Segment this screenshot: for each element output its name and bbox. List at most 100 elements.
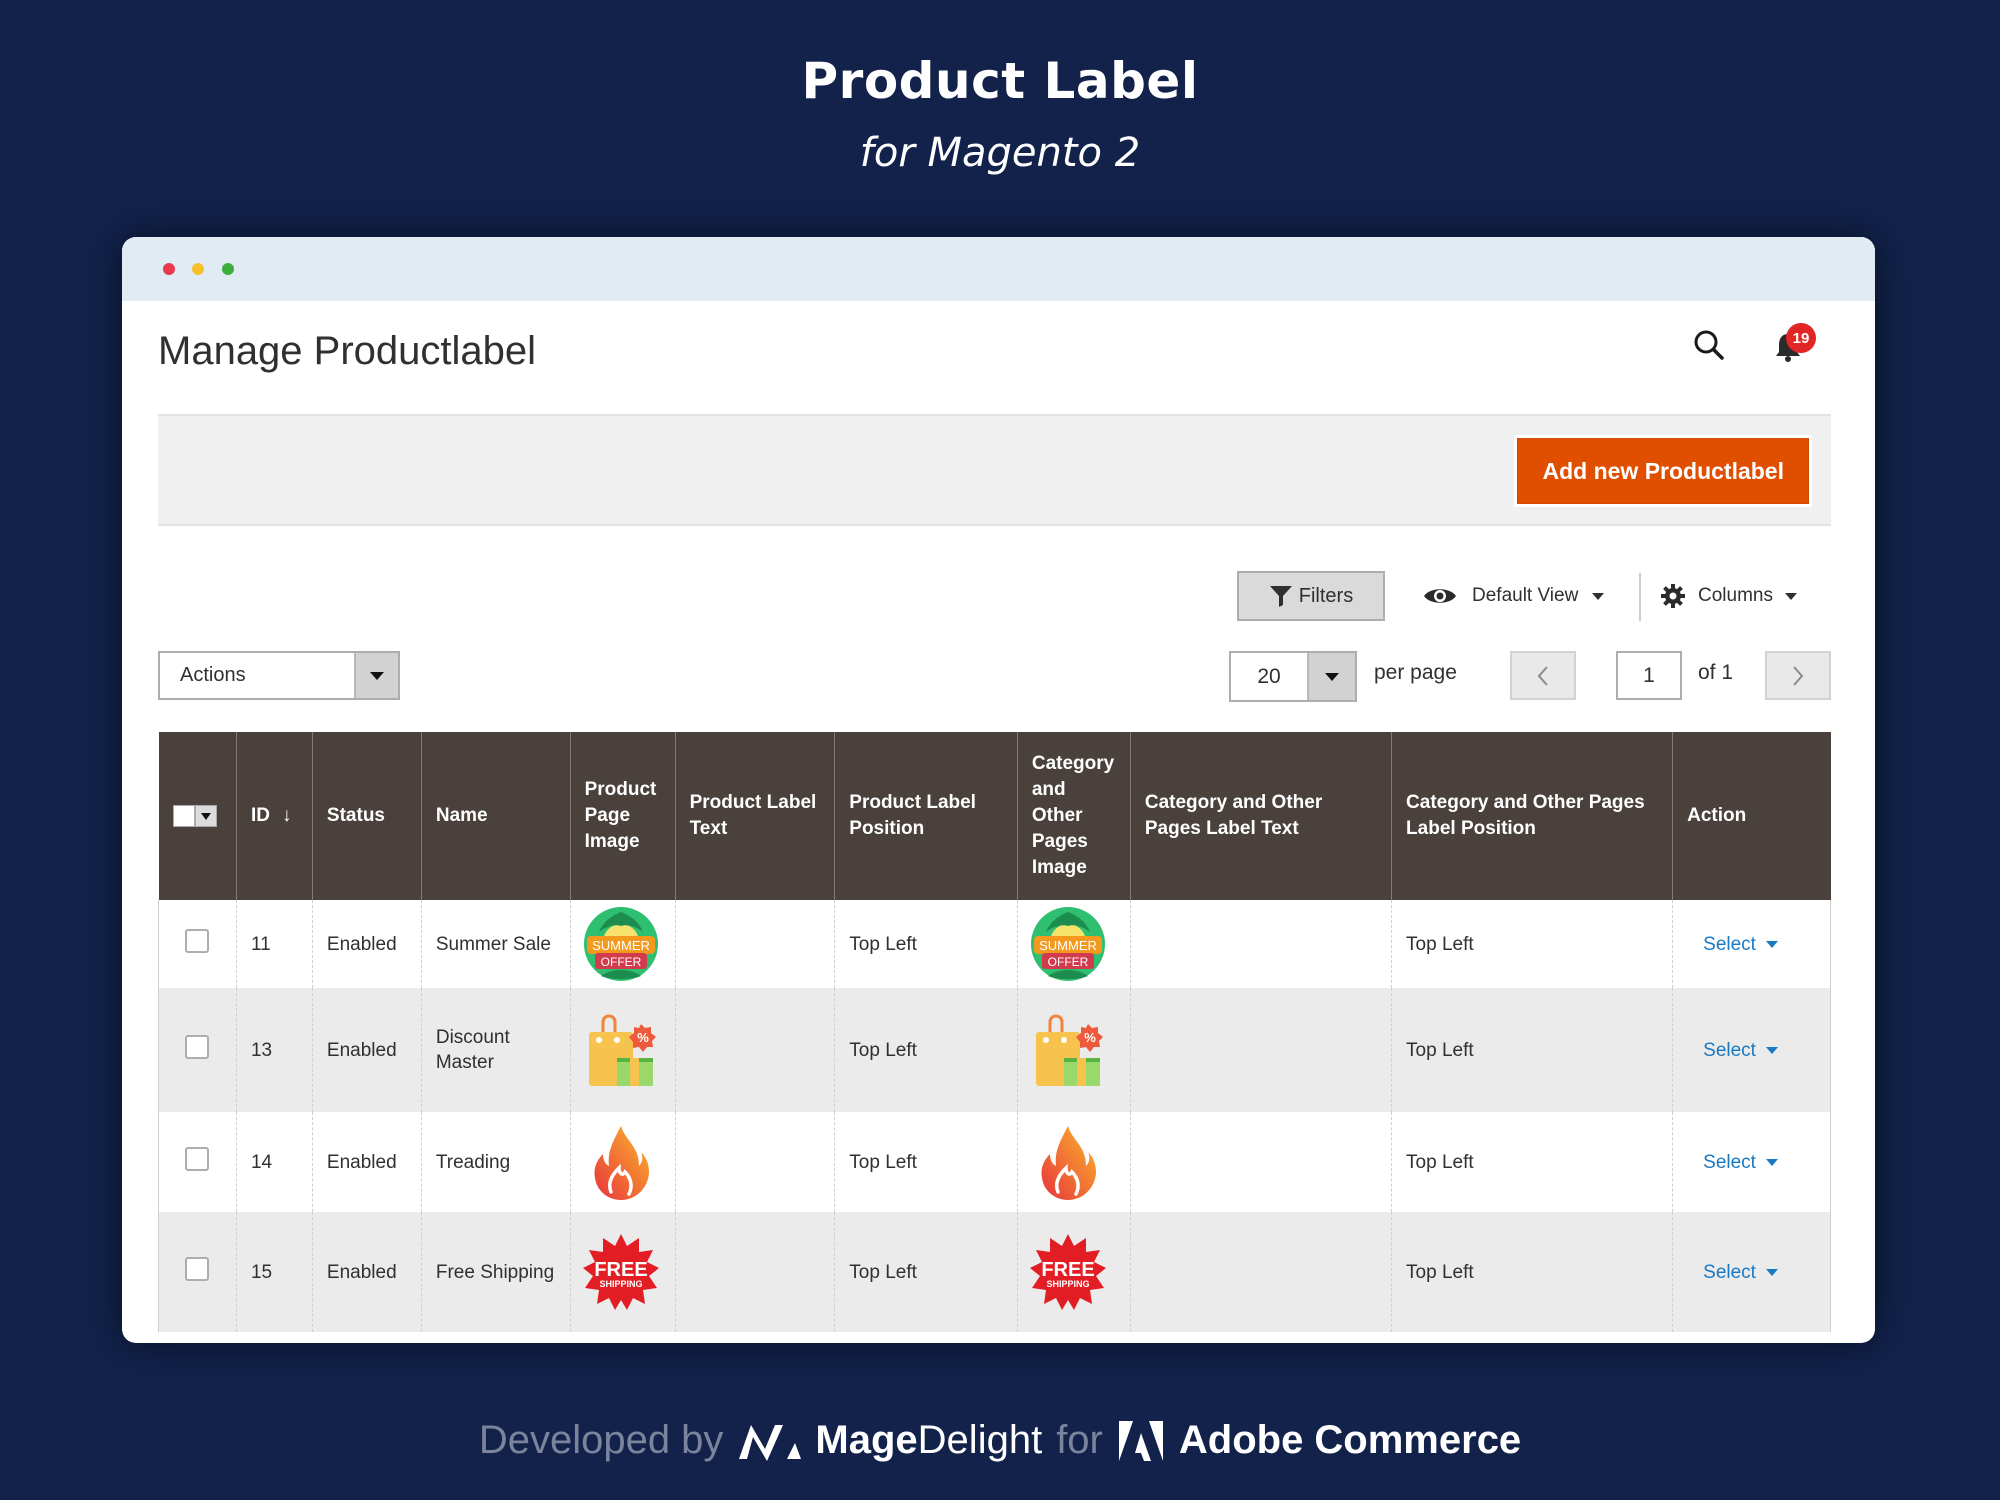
product-page-image-cell [569, 1112, 676, 1212]
columns-dropdown[interactable]: Columns [1660, 571, 1797, 621]
productlabel-grid: ID ↓ Status Name Product Page Image Produ… [158, 732, 1831, 1332]
filter-icon [1269, 586, 1292, 607]
global-search-button[interactable] [1689, 325, 1729, 365]
mass-actions-toggle[interactable] [354, 653, 398, 698]
row-action-select[interactable]: Select [1687, 1260, 1778, 1285]
add-new-productlabel-button[interactable]: Add new Productlabel [1517, 438, 1809, 504]
chevron-down-icon [1765, 1046, 1778, 1054]
table-row: 11 Enabled Summer Sale SUMMER OFFER Top … [158, 900, 1831, 988]
toolbar-divider [1639, 573, 1641, 621]
chevron-down-icon [370, 671, 384, 680]
row-action-select[interactable]: Select [1687, 1038, 1778, 1063]
column-header-category-label-text[interactable]: Category and Other Pages Label Text [1129, 732, 1392, 900]
action-cell: Select [1672, 900, 1831, 988]
grid-header-row: ID ↓ Status Name Product Page Image Produ… [158, 732, 1831, 900]
chevron-down-icon [1325, 672, 1339, 681]
close-window-dot[interactable] [163, 263, 175, 275]
row-checkbox[interactable] [185, 928, 210, 953]
product-label-position-cell: Top Left [834, 1212, 1018, 1332]
minimize-window-dot[interactable] [192, 263, 204, 275]
fire-icon [1041, 1126, 1096, 1200]
per-page-select[interactable]: 20 [1229, 651, 1357, 702]
column-header-product-label-position[interactable]: Product Label Position [834, 732, 1018, 900]
select-all-checkbox[interactable] [172, 805, 195, 827]
hero-title: Product Label [801, 52, 1199, 110]
developed-by-label: Developed by [478, 1418, 724, 1462]
notifications-count-badge: 19 [1786, 323, 1816, 353]
product-label-position-cell: Top Left [834, 988, 1018, 1112]
column-header-product-label-text[interactable]: Product Label Text [674, 732, 835, 900]
per-page-toggle[interactable] [1307, 653, 1355, 700]
column-header-category-image[interactable]: Category and Other Pages Image [1016, 732, 1131, 900]
filters-button[interactable]: Filters [1237, 571, 1385, 621]
default-view-dropdown[interactable]: Default View [1422, 571, 1605, 621]
svg-text:FREE: FREE [594, 1259, 647, 1281]
chevron-left-icon [1537, 665, 1548, 686]
column-header-status[interactable]: Status [311, 732, 422, 900]
name-cell: Discount Master [420, 988, 571, 1112]
chevron-down-icon [1592, 592, 1605, 600]
column-header-id[interactable]: ID ↓ [235, 732, 313, 900]
column-header-category-label-position[interactable]: Category and Other Pages Label Position [1391, 732, 1673, 900]
svg-text:SHIPPING: SHIPPING [599, 1279, 642, 1289]
category-label-text-cell [1129, 1112, 1392, 1212]
per-page-value: 20 [1257, 664, 1281, 688]
mass-actions-select[interactable]: Actions [158, 651, 400, 700]
product-label-text-cell [674, 900, 835, 988]
chevron-down-icon [1784, 592, 1797, 600]
svg-text:FREE: FREE [1041, 1259, 1094, 1281]
window-titlebar [122, 237, 1875, 301]
columns-label: Columns [1698, 585, 1773, 606]
maximize-window-dot[interactable] [222, 263, 234, 275]
category-label-position-cell: Top Left [1391, 988, 1673, 1112]
product-label-position-cell: Top Left [834, 1112, 1018, 1212]
page-title: Manage Productlabel [158, 329, 537, 373]
category-label-text-cell [1129, 1212, 1392, 1332]
row-action-select[interactable]: Select [1687, 1150, 1778, 1175]
category-image-cell: SUMMER OFFER [1016, 900, 1131, 988]
action-cell: Select [1672, 1112, 1831, 1212]
magedelight-brand: MageDelight [815, 1418, 1043, 1462]
category-label-position-cell: Top Left [1391, 1112, 1673, 1212]
chevron-down-icon [1765, 940, 1778, 948]
mass-select-toggle[interactable] [194, 805, 217, 827]
free-shipping-badge-icon: FREE SHIPPING [582, 1234, 659, 1310]
notifications-button[interactable]: 19 [1770, 323, 1820, 365]
status-cell: Enabled [311, 1112, 422, 1212]
table-row: 15 Enabled Free Shipping FREE SHIPPING T… [158, 1212, 1831, 1332]
category-image-cell: FREE SHIPPING [1016, 1212, 1131, 1332]
product-page-image-cell: SUMMER OFFER [569, 900, 676, 988]
chevron-down-icon [1765, 1268, 1778, 1276]
column-header-product-page-image[interactable]: Product Page Image [569, 732, 676, 900]
row-select-cell [158, 988, 237, 1112]
svg-text:SUMMER: SUMMER [1039, 938, 1097, 953]
svg-text:SHIPPING: SHIPPING [1046, 1279, 1089, 1289]
row-action-select[interactable]: Select [1687, 932, 1778, 957]
product-label-position-cell: Top Left [834, 900, 1018, 988]
shopping-bag-gift-discount-icon: % [1035, 1014, 1103, 1086]
mass-actions-label: Actions [180, 664, 246, 686]
adobe-commerce-label: Adobe Commerce [1178, 1418, 1522, 1462]
product-page-image-cell: % [569, 988, 676, 1112]
status-cell: Enabled [311, 988, 422, 1112]
category-label-text-cell [1129, 900, 1392, 988]
browser-window: Manage Productlabel 19 Add new Productla… [122, 237, 1875, 1343]
column-header-name[interactable]: Name [420, 732, 571, 900]
previous-page-button[interactable] [1510, 651, 1576, 700]
shopping-bag-gift-discount-icon: % [588, 1014, 656, 1086]
row-checkbox[interactable] [185, 1146, 210, 1171]
category-image-cell [1016, 1112, 1131, 1212]
search-icon [1694, 330, 1724, 360]
id-cell: 13 [235, 988, 313, 1112]
free-shipping-badge-icon: FREE SHIPPING [1029, 1234, 1106, 1310]
fire-icon [594, 1126, 649, 1200]
total-pages-label: of 1 [1698, 661, 1734, 684]
sort-descending-icon: ↓ [281, 805, 292, 826]
row-checkbox[interactable] [185, 1256, 210, 1281]
row-checkbox[interactable] [185, 1034, 210, 1059]
current-page-input[interactable] [1616, 651, 1682, 700]
mass-select-header[interactable] [158, 732, 237, 900]
table-row: 14 Enabled Treading Top Left Top Left Se… [158, 1112, 1831, 1212]
next-page-button[interactable] [1765, 651, 1831, 700]
id-cell: 11 [235, 900, 313, 988]
